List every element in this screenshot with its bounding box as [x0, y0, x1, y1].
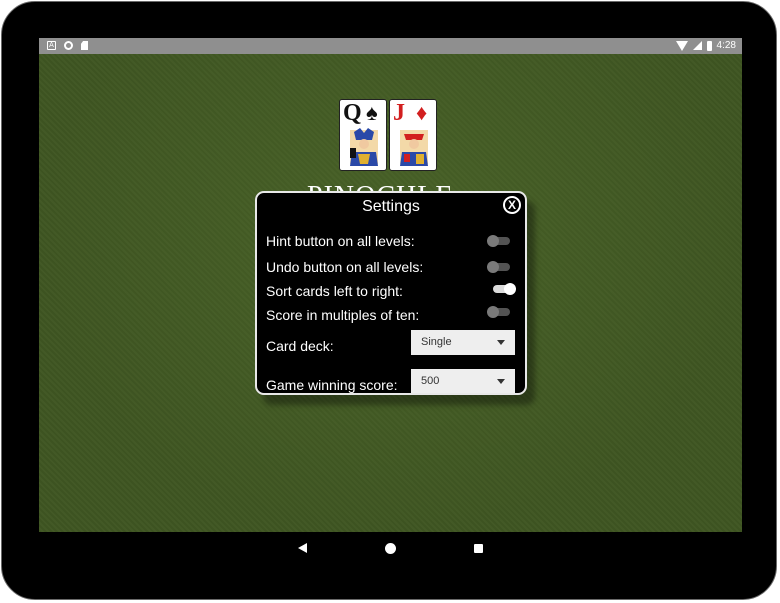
card-rank: Q [343, 100, 362, 126]
winning-score-value: 500 [421, 375, 440, 387]
setting-row-hint: Hint button on all levels: [266, 231, 520, 251]
status-time: 4:28 [716, 40, 736, 51]
hint-toggle[interactable] [487, 231, 511, 251]
queen-of-spades-card: Q ♠ [339, 99, 387, 171]
undo-toggle[interactable] [487, 257, 511, 277]
logo-cards: Q ♠ J ♦ [339, 99, 445, 175]
status-bar: A 4:28 [39, 38, 742, 54]
card-deck-label: Card deck: [266, 338, 334, 354]
card-rank: J [393, 100, 405, 126]
setting-row-sort: Sort cards left to right: [266, 281, 520, 301]
setting-row-undo: Undo button on all levels: [266, 257, 520, 277]
winning-score-label: Game winning score: [266, 377, 398, 393]
winning-score-select[interactable]: 500 [411, 369, 515, 393]
card-deck-value: Single [421, 336, 452, 348]
circle-icon [64, 41, 73, 50]
queen-face-icon [350, 128, 378, 166]
jack-face-icon [400, 130, 428, 166]
card-deck-select[interactable]: Single [411, 330, 515, 355]
home-icon[interactable] [385, 543, 396, 554]
signal-icon [692, 41, 702, 50]
setting-label: Score in multiples of ten: [266, 307, 420, 323]
setting-label: Hint button on all levels: [266, 233, 415, 249]
app-screen: A 4:28 Q ♠ J ♦ PINOCHLE Settings X Hint … [39, 38, 742, 532]
tablet-frame: A 4:28 Q ♠ J ♦ PINOCHLE Settings X Hint … [0, 0, 780, 603]
wifi-icon [675, 40, 688, 51]
recents-icon[interactable] [474, 544, 483, 553]
sort-toggle[interactable] [492, 279, 516, 299]
a-icon: A [47, 41, 56, 50]
close-button[interactable]: X [503, 196, 521, 214]
score-toggle[interactable] [487, 302, 511, 322]
chevron-down-icon [497, 379, 505, 384]
setting-label: Undo button on all levels: [266, 259, 424, 275]
diamond-icon: ♦ [416, 100, 428, 125]
battery-icon [706, 40, 712, 51]
jack-of-diamonds-card: J ♦ [389, 99, 437, 171]
chevron-down-icon [497, 340, 505, 345]
dialog-title: Settings [362, 198, 420, 215]
setting-row-score: Score in multiples of ten: [266, 305, 520, 325]
sd-card-icon [81, 41, 88, 50]
back-icon[interactable] [298, 543, 307, 553]
spade-icon: ♠ [366, 100, 378, 125]
setting-label: Sort cards left to right: [266, 283, 403, 299]
settings-dialog: Settings X Hint button on all levels: Un… [255, 191, 527, 395]
